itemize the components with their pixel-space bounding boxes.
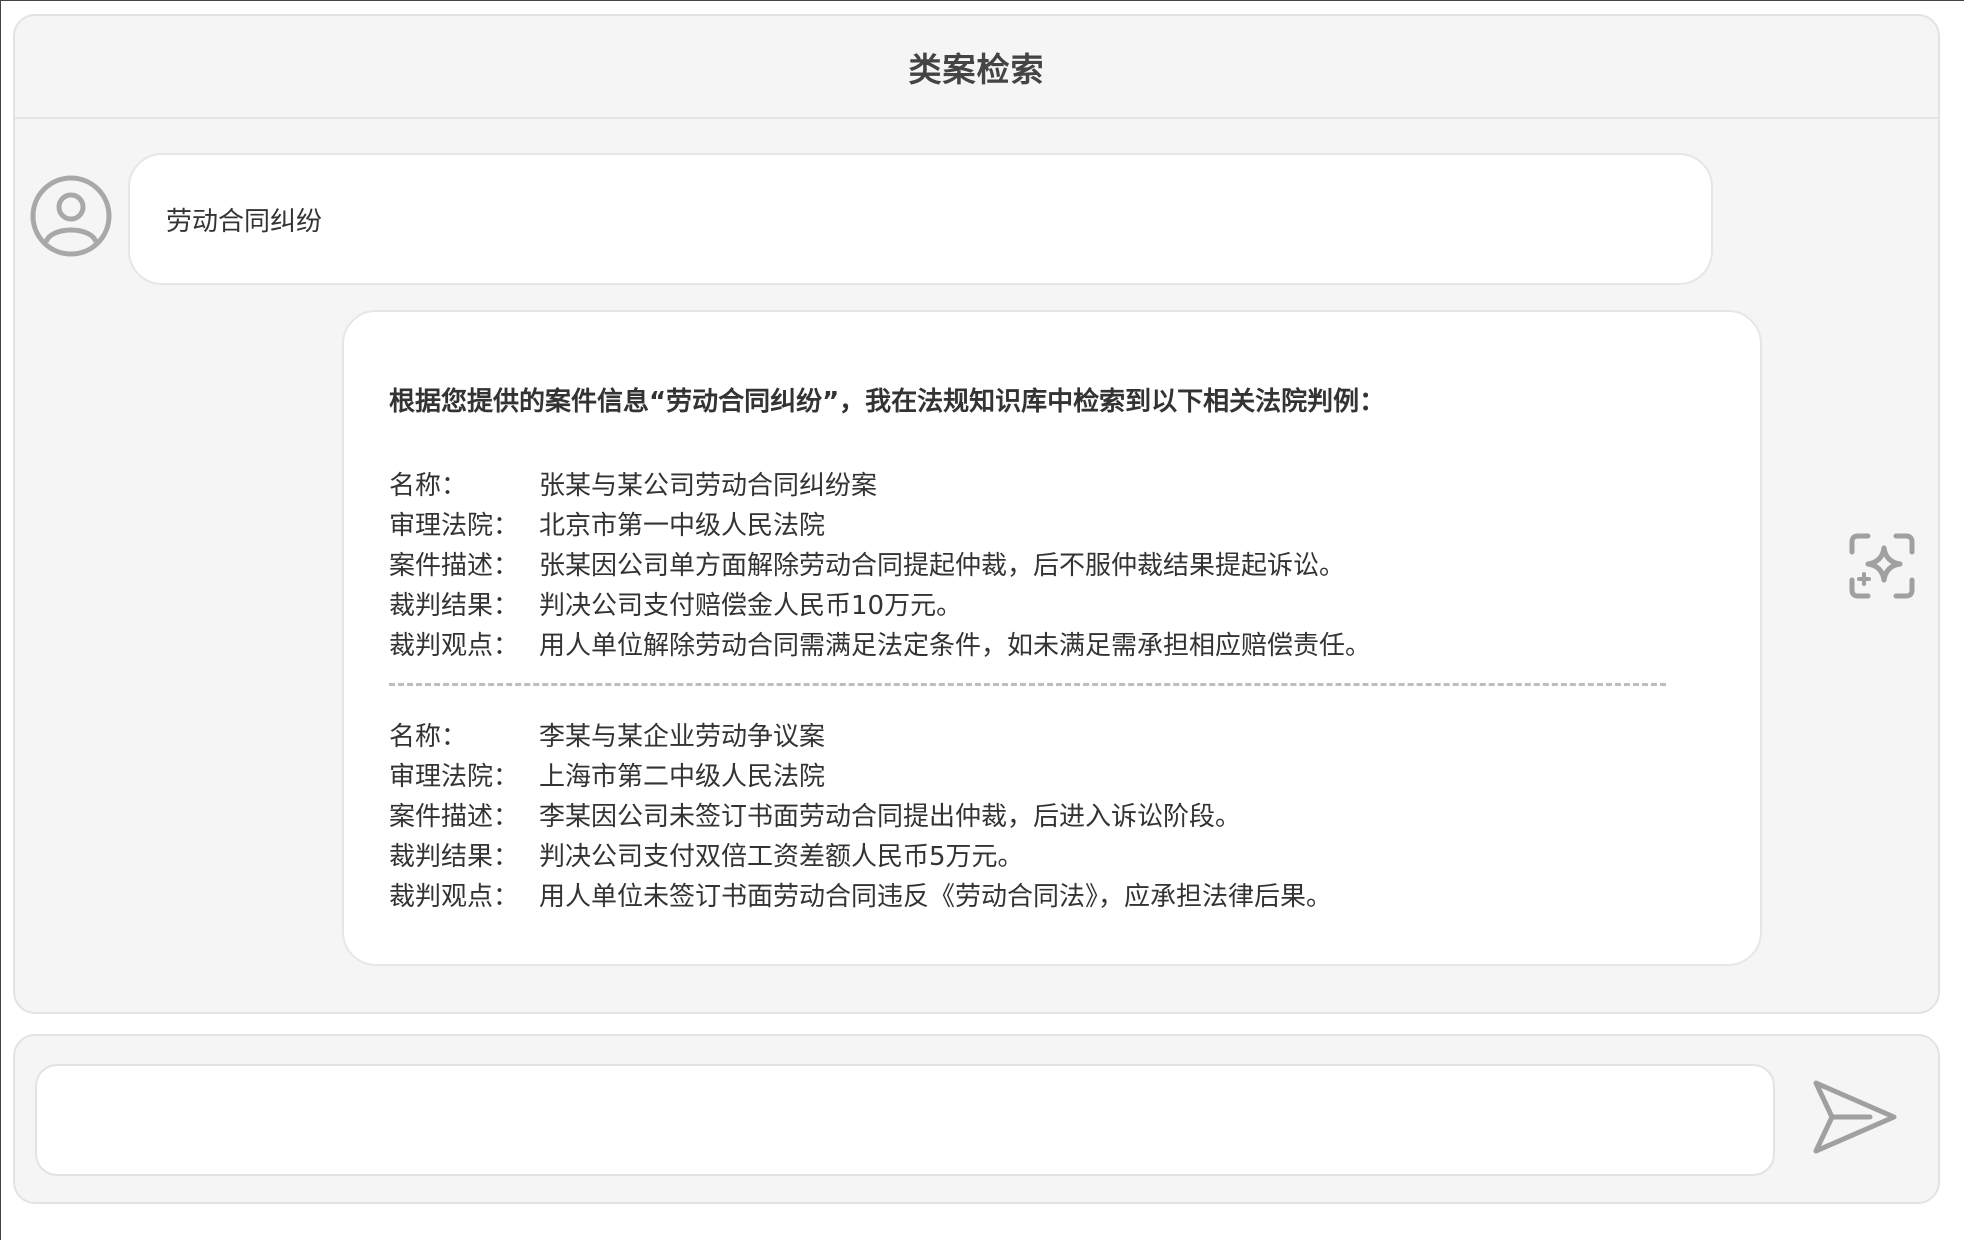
case-card-2: 名称： 李某与某企业劳动争议案 审理法院： 上海市第二中级人民法院 案件描述： 李某因… — [389, 717, 1716, 917]
case-description-value: 李某因公司未签订书面劳动合同提出仲裁，后进入诉讼阶段。 — [539, 802, 1242, 832]
case-viewpoint-label: 裁判观点： — [389, 631, 520, 661]
case-viewpoint-row: 裁判观点： 用人单位未签订书面劳动合同违反《劳动合同法》，应承担法律后果。 — [389, 877, 1716, 917]
case-name-label: 名称： — [389, 722, 468, 752]
window-top-edge — [0, 0, 1964, 1]
case-result-value: 判决公司支付双倍工资差额人民币5万元。 — [539, 842, 1024, 872]
case-court-value: 北京市第一中级人民法院 — [539, 511, 826, 541]
assistant-message-bubble: 根据您提供的案件信息“劳动合同纠纷”，我在法规知识库中检索到以下相关法院判例： … — [342, 310, 1762, 966]
case-viewpoint-value: 用人单位解除劳动合同需满足法定条件，如未满足需承担相应赔偿责任。 — [539, 631, 1372, 661]
case-description-row: 案件描述： 张某因公司单方面解除劳动合同提起仲裁，后不服仲裁结果提起诉讼。 — [389, 546, 1716, 586]
case-divider — [389, 683, 1666, 686]
case-result-row: 裁判结果： 判决公司支付赔偿金人民币10万元。 — [389, 586, 1716, 626]
case-court-row: 审理法院： 北京市第一中级人民法院 — [389, 506, 1716, 546]
case-viewpoint-value: 用人单位未签订书面劳动合同违反《劳动合同法》，应承担法律后果。 — [539, 882, 1333, 912]
assistant-intro-text: 根据您提供的案件信息“劳动合同纠纷”，我在法规知识库中检索到以下相关法院判例： — [389, 387, 1386, 417]
case-name-value: 张某与某公司劳动合同纠纷案 — [539, 471, 878, 501]
case-name-label: 名称： — [389, 471, 468, 501]
send-icon — [1813, 1080, 1897, 1154]
case-description-value: 张某因公司单方面解除劳动合同提起仲裁，后不服仲裁结果提起诉讼。 — [539, 551, 1346, 581]
chat-header: 类案检索 — [15, 16, 1938, 119]
case-card-1: 名称： 张某与某公司劳动合同纠纷案 审理法院： 北京市第一中级人民法院 案件描述： 张… — [389, 466, 1716, 666]
case-court-label: 审理法院： — [389, 762, 520, 792]
case-result-label: 裁判结果： — [389, 842, 520, 872]
case-result-value: 判决公司支付赔偿金人民币10万元。 — [539, 591, 963, 621]
input-panel — [13, 1034, 1940, 1204]
send-button[interactable] — [1810, 1072, 1900, 1162]
case-name-row: 名称： 张某与某公司劳动合同纠纷案 — [389, 466, 1716, 506]
case-court-label: 审理法院： — [389, 511, 520, 541]
message-input[interactable] — [35, 1064, 1775, 1176]
user-message-text: 劳动合同纠纷 — [166, 206, 323, 237]
user-avatar-icon — [29, 174, 113, 258]
case-court-value: 上海市第二中级人民法院 — [539, 762, 826, 792]
case-description-label: 案件描述： — [389, 802, 520, 832]
window-left-edge — [0, 0, 1, 1240]
ai-sparkle-icon[interactable] — [1846, 530, 1918, 602]
case-viewpoint-label: 裁判观点： — [389, 882, 520, 912]
user-message-bubble: 劳动合同纠纷 — [128, 153, 1713, 285]
page-title: 类案检索 — [908, 49, 1045, 89]
case-description-row: 案件描述： 李某因公司未签订书面劳动合同提出仲裁，后进入诉讼阶段。 — [389, 797, 1716, 837]
case-court-row: 审理法院： 上海市第二中级人民法院 — [389, 757, 1716, 797]
case-name-row: 名称： 李某与某企业劳动争议案 — [389, 717, 1716, 757]
case-description-label: 案件描述： — [389, 551, 520, 581]
case-name-value: 李某与某企业劳动争议案 — [539, 722, 826, 752]
case-result-label: 裁判结果： — [389, 591, 520, 621]
case-result-row: 裁判结果： 判决公司支付双倍工资差额人民币5万元。 — [389, 837, 1716, 877]
case-viewpoint-row: 裁判观点： 用人单位解除劳动合同需满足法定条件，如未满足需承担相应赔偿责任。 — [389, 626, 1716, 666]
